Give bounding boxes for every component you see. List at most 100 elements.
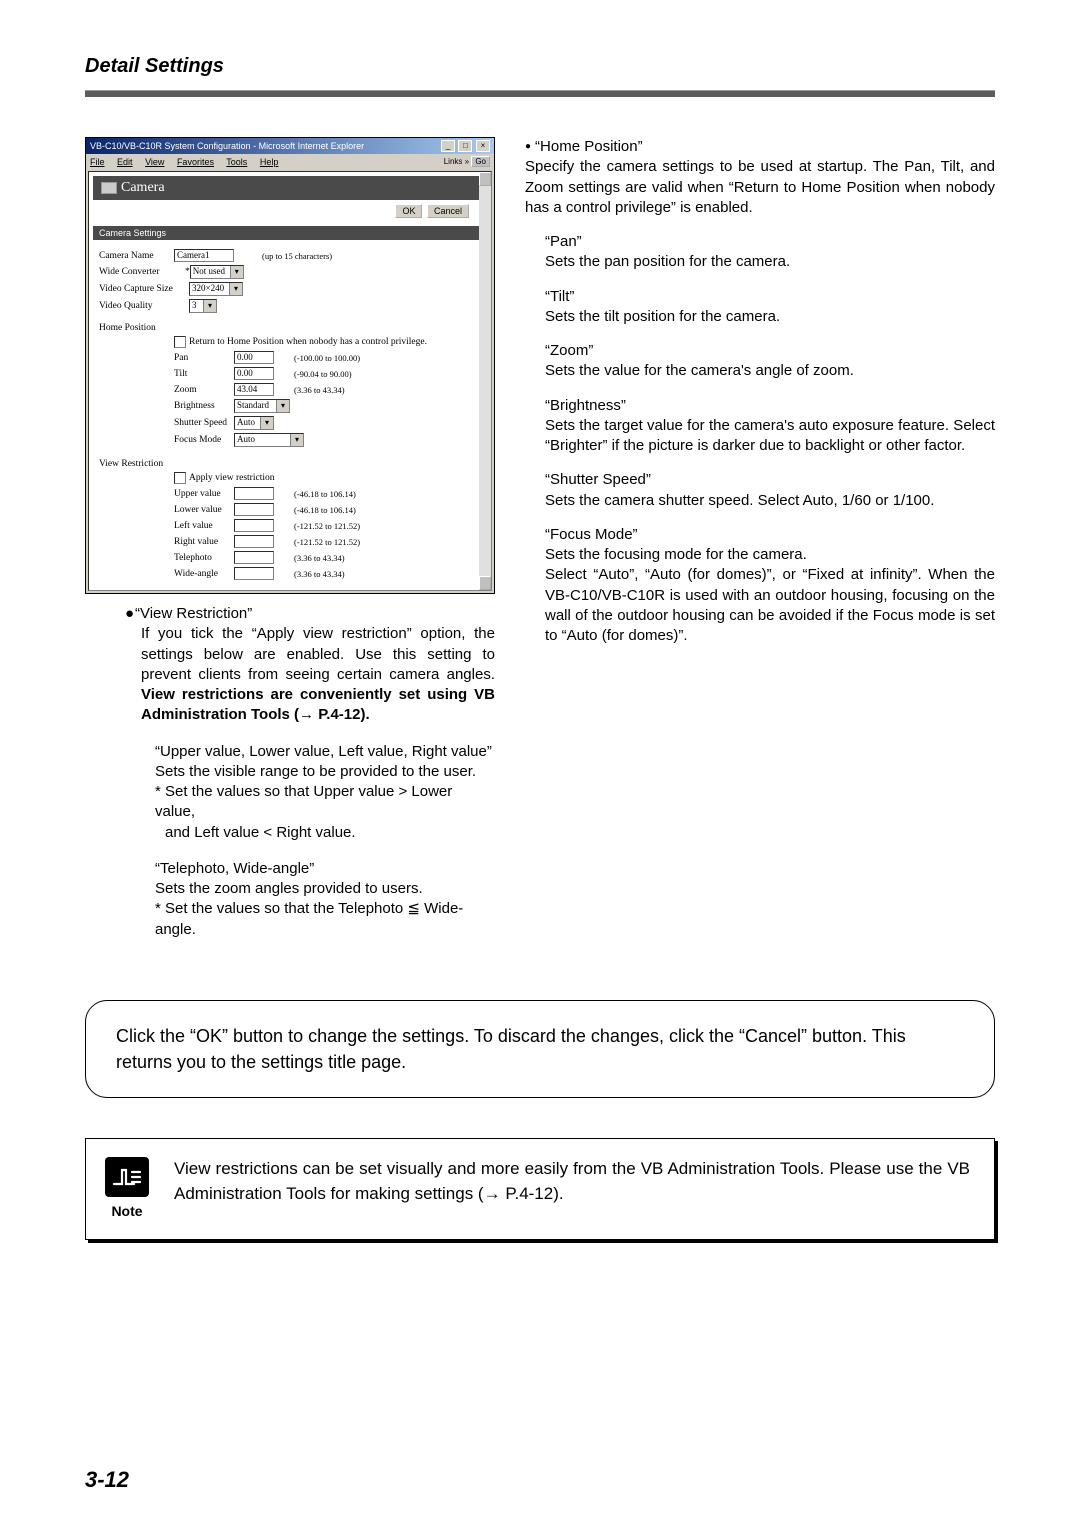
close-icon[interactable]: × xyxy=(476,140,490,152)
note-text: View restrictions can be set visually an… xyxy=(174,1157,970,1206)
menu-help[interactable]: Help xyxy=(260,157,279,167)
tw-line2: * Set the values so that the Telephoto ≦… xyxy=(155,899,495,940)
left-column: VB-C10/VB-C10R System Configuration - Mi… xyxy=(85,137,495,940)
video-quality-select[interactable]: 3 xyxy=(189,299,217,313)
browser-content: Camera OK Cancel Camera Settings Camera … xyxy=(88,171,492,591)
tilt-heading: “Tilt” xyxy=(545,288,574,305)
lower-label: Lower value xyxy=(174,505,234,515)
ulrl-heading: “Upper value, Lower value, Left value, R… xyxy=(155,742,495,762)
tilt-label: Tilt xyxy=(174,369,234,379)
shutter-heading: “Shutter Speed” xyxy=(545,471,651,488)
lower-input[interactable] xyxy=(234,503,274,516)
camera-icon xyxy=(101,182,117,194)
menu-tools[interactable]: Tools xyxy=(226,157,247,167)
vr-body-text: If you tick the “Apply view restriction”… xyxy=(141,625,495,683)
view-restriction-label: View Restriction xyxy=(99,459,481,469)
focus-heading: “Focus Mode” xyxy=(545,526,638,543)
home-position-label: Home Position xyxy=(99,323,481,333)
wide-converter-select[interactable]: Not used xyxy=(190,265,244,279)
ok-cancel-note-box: Click the “OK” button to change the sett… xyxy=(85,1000,995,1098)
right-input[interactable] xyxy=(234,535,274,548)
header-rule xyxy=(85,90,995,97)
pan-input[interactable]: 0.00 xyxy=(234,351,274,364)
menu-view[interactable]: View xyxy=(145,157,164,167)
cancel-button[interactable]: Cancel xyxy=(427,204,469,218)
brightness-label: Brightness xyxy=(174,401,234,411)
pan-heading: “Pan” xyxy=(545,233,582,250)
vr-body-bold: View restrictions are conveniently set u… xyxy=(141,686,495,723)
left-hint: (-121.52 to 121.52) xyxy=(294,521,360,531)
focus-body: Sets the focusing mode for the camera. S… xyxy=(545,546,995,644)
menu-file[interactable]: File xyxy=(90,157,105,167)
browser-titlebar: VB-C10/VB-C10R System Configuration - Mi… xyxy=(86,138,494,154)
tw-line1: Sets the zoom angles provided to users. xyxy=(155,879,495,899)
tilt-hint: (-90.04 to 90.00) xyxy=(294,369,352,379)
camera-name-input[interactable]: Camera1 xyxy=(174,249,234,262)
right-hint: (-121.52 to 121.52) xyxy=(294,537,360,547)
pan-hint: (-100.00 to 100.00) xyxy=(294,353,360,363)
left-label: Left value xyxy=(174,521,234,531)
pan-body: Sets the pan position for the camera. xyxy=(545,253,790,270)
upper-hint: (-46.18 to 106.14) xyxy=(294,489,356,499)
left-body-text: ●“View Restriction” If you tick the “App… xyxy=(85,604,495,940)
wide-converter-label: Wide Converter xyxy=(99,267,185,277)
camera-name-label: Camera Name xyxy=(99,251,174,261)
vr-heading: “View Restriction” xyxy=(135,605,252,622)
tilt-input[interactable]: 0.00 xyxy=(234,367,274,380)
camera-header-band: Camera xyxy=(93,176,487,200)
wideangle-input[interactable] xyxy=(234,567,274,580)
return-checkbox[interactable] xyxy=(174,336,186,348)
note-icon xyxy=(105,1157,149,1197)
page: Detail Settings VB-C10/VB-C10R System Co… xyxy=(0,0,1080,1529)
ulrl-line2: * Set the values so that Upper value > L… xyxy=(155,782,495,823)
focus-mode-label: Focus Mode xyxy=(174,435,234,445)
focus-mode-select[interactable]: Auto xyxy=(234,433,304,447)
minimize-icon[interactable]: _ xyxy=(441,140,455,152)
browser-menubar: File Edit View Favorites Tools Help Link… xyxy=(86,154,494,169)
page-title: Detail Settings xyxy=(85,55,995,78)
brightness-heading: “Brightness” xyxy=(545,397,626,414)
browser-title: VB-C10/VB-C10R System Configuration - Mi… xyxy=(90,141,364,151)
shutter-speed-label: Shutter Speed xyxy=(174,418,234,428)
left-input[interactable] xyxy=(234,519,274,532)
zoom-hint: (3.36 to 43.34) xyxy=(294,385,345,395)
telephoto-hint: (3.36 to 43.34) xyxy=(294,553,345,563)
zoom-label: Zoom xyxy=(174,385,234,395)
zoom-heading: “Zoom” xyxy=(545,342,593,359)
scrollbar[interactable] xyxy=(479,172,491,590)
hp-heading: “Home Position” xyxy=(525,138,643,155)
apply-view-checkbox[interactable] xyxy=(174,472,186,484)
brightness-select[interactable]: Standard xyxy=(234,399,290,413)
tilt-body: Sets the tilt position for the camera. xyxy=(545,308,780,325)
right-column: “Home Position” Specify the camera setti… xyxy=(525,137,995,660)
telephoto-input[interactable] xyxy=(234,551,274,564)
camera-name-hint: (up to 15 characters) xyxy=(262,251,332,261)
ulrl-line3: and Left value < Right value. xyxy=(165,823,495,843)
camera-settings-band: Camera Settings xyxy=(93,226,487,240)
pan-label: Pan xyxy=(174,353,234,363)
wideangle-hint: (3.36 to 43.34) xyxy=(294,569,345,579)
video-capture-size-select[interactable]: 320×240 xyxy=(189,282,243,296)
video-capture-size-label: Video Capture Size xyxy=(99,284,189,294)
links-label[interactable]: Links xyxy=(444,157,463,166)
shutter-body: Sets the camera shutter speed. Select Au… xyxy=(545,492,934,509)
menu-edit[interactable]: Edit xyxy=(117,157,133,167)
return-checkbox-label: Return to Home Position when nobody has … xyxy=(189,337,427,347)
note-label: Note xyxy=(100,1201,154,1221)
apply-view-label: Apply view restriction xyxy=(189,473,274,483)
lower-hint: (-46.18 to 106.14) xyxy=(294,505,356,515)
note-box: Note View restrictions can be set visual… xyxy=(85,1138,995,1240)
upper-input[interactable] xyxy=(234,487,274,500)
window-buttons: _ □ × xyxy=(440,140,490,152)
browser-window: VB-C10/VB-C10R System Configuration - Mi… xyxy=(85,137,495,594)
tw-heading: “Telephoto, Wide-angle” xyxy=(155,859,495,879)
hp-body: Specify the camera settings to be used a… xyxy=(525,158,995,216)
wideangle-label: Wide-angle xyxy=(174,569,234,579)
menu-favorites[interactable]: Favorites xyxy=(177,157,214,167)
ok-button[interactable]: OK xyxy=(395,204,422,218)
go-button[interactable]: Go xyxy=(471,156,490,167)
maximize-icon[interactable]: □ xyxy=(458,140,472,152)
zoom-input[interactable]: 43.04 xyxy=(234,383,274,396)
video-quality-label: Video Quality xyxy=(99,301,189,311)
shutter-speed-select[interactable]: Auto xyxy=(234,416,274,430)
